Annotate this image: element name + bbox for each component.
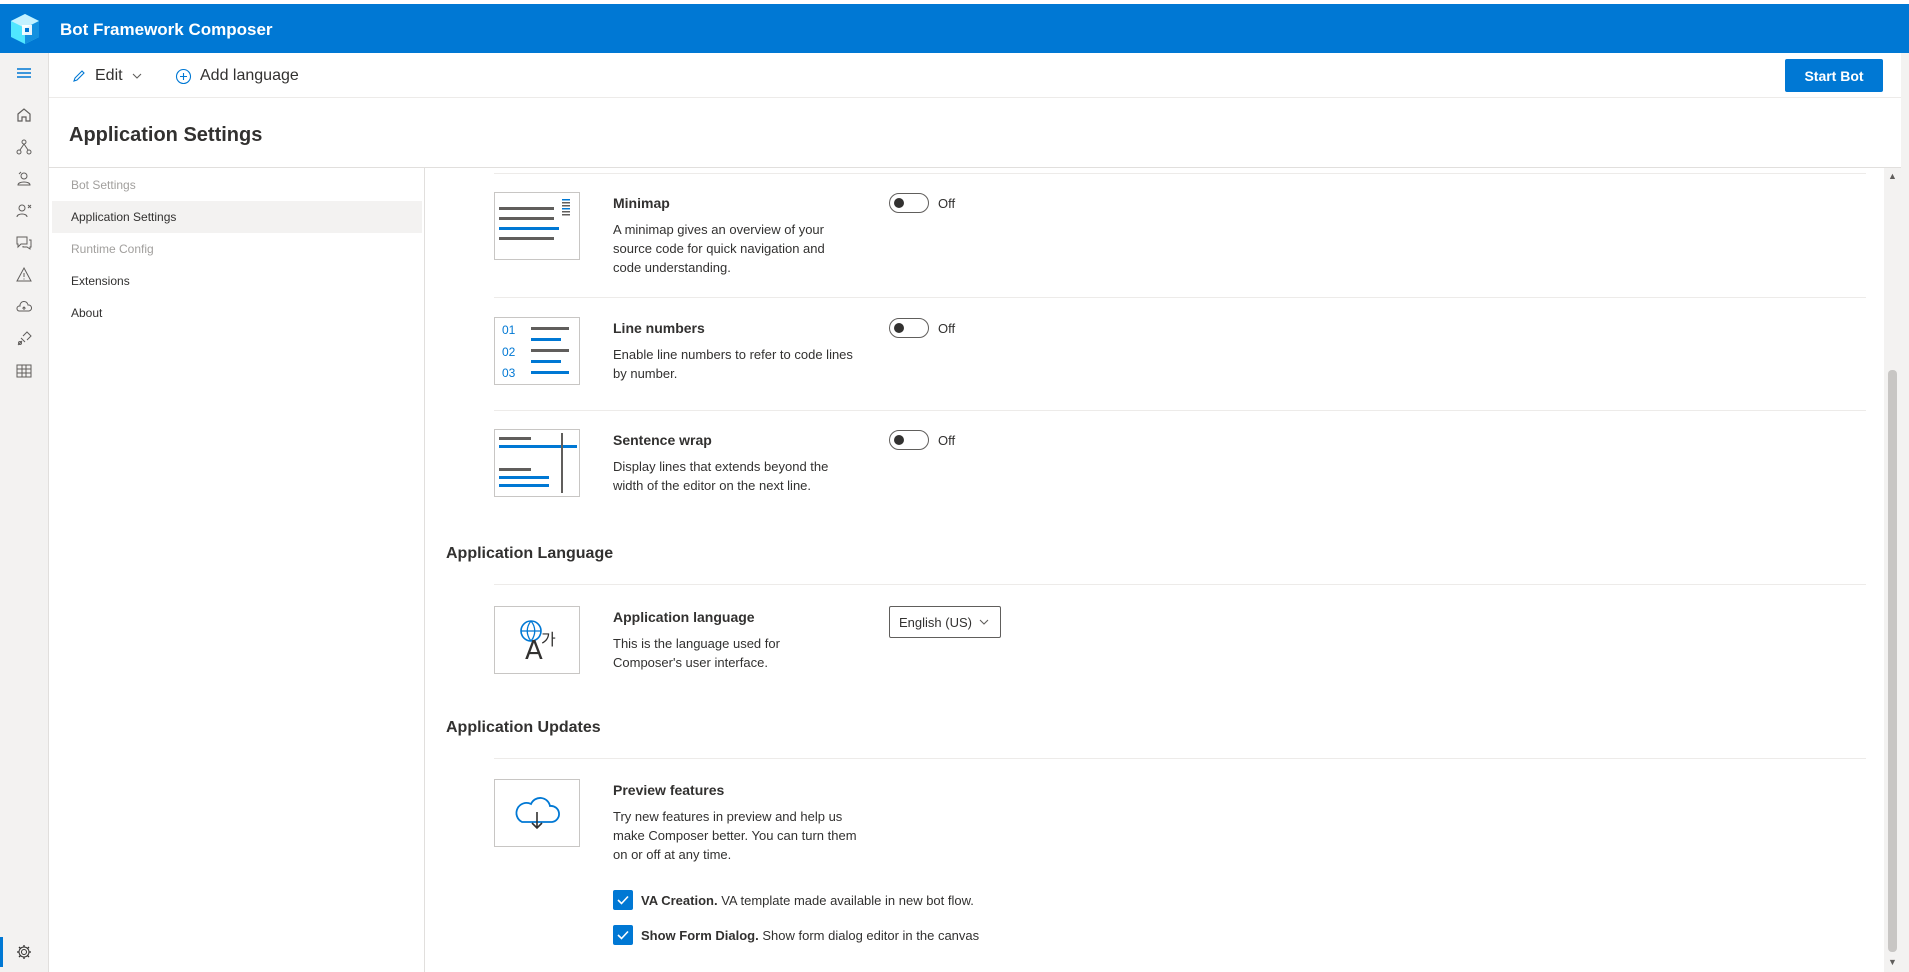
page-header: Application Settings	[49, 98, 1909, 168]
va-creation-name: VA Creation.	[641, 892, 718, 908]
settings-nav-application-settings[interactable]: Application Settings	[52, 201, 422, 233]
minimap-title: Minimap	[613, 195, 670, 211]
pencil-icon	[73, 70, 85, 82]
composer-logo-icon	[9, 12, 41, 46]
title-bar: Bot Framework Composer	[0, 4, 1909, 53]
user-input-icon[interactable]	[12, 199, 36, 223]
add-language-button[interactable]: Add language	[175, 64, 299, 88]
scroll-down-arrow-icon[interactable]: ▼	[1888, 958, 1897, 967]
add-language-label: Add language	[200, 67, 299, 84]
sentence-wrap-title: Sentence wrap	[613, 432, 712, 448]
language-dropdown[interactable]: English (US)	[889, 606, 1001, 638]
va-creation-description: VA template made available in new bot fl…	[721, 892, 974, 908]
language-dropdown-value: English (US)	[899, 614, 972, 630]
line-numbers-title: Line numbers	[613, 320, 705, 336]
page-scrollbar[interactable]	[1901, 53, 1909, 972]
page-title: Application Settings	[69, 124, 263, 146]
edit-menu-button[interactable]: Edit	[71, 64, 143, 88]
minimap-toggle-state: Off	[938, 195, 956, 211]
packages-icon[interactable]	[12, 327, 36, 351]
minimap-thumbnail-icon	[494, 192, 580, 260]
preview-features-description: Try new features in preview and help us …	[613, 809, 857, 862]
app-title: Bot Framework Composer	[60, 20, 273, 39]
publish-icon[interactable]	[12, 295, 36, 319]
chevron-down-icon	[979, 619, 989, 625]
application-language-title: Application language	[613, 609, 755, 625]
edit-label: Edit	[95, 67, 123, 84]
settings-nav-runtime-config[interactable]: Runtime Config	[52, 233, 422, 265]
application-language-setting: A 가 Application language This is the lan…	[494, 585, 1866, 705]
diagnostics-icon[interactable]	[12, 263, 36, 287]
left-nav-rail	[0, 53, 49, 972]
line-numbers-toggle[interactable]: Off	[889, 318, 955, 338]
skills-icon[interactable]	[12, 359, 36, 383]
svg-text:02: 02	[502, 345, 516, 359]
preview-cloud-thumbnail-icon	[494, 779, 580, 847]
bot-responses-icon[interactable]	[12, 167, 36, 191]
application-language-heading: Application Language	[446, 545, 614, 562]
command-bar: Edit Add language Start Bot	[49, 53, 1909, 98]
sentence-wrap-setting: Sentence wrap Display lines that extends…	[494, 411, 1866, 521]
settings-nav-extensions[interactable]: Extensions	[52, 265, 422, 297]
sentence-wrap-toggle[interactable]: Off	[889, 430, 955, 450]
settings-nav: Bot Settings Application Settings Runtim…	[49, 168, 425, 972]
content-scrollbar[interactable]: ▲ ▼	[1884, 168, 1901, 972]
menu-icon[interactable]	[12, 61, 36, 85]
preview-features-setting: Preview features Try new features in pre…	[494, 759, 1866, 972]
line-numbers-description: Enable line numbers to refer to code lin…	[613, 347, 853, 381]
line-numbers-setting: 01 02 03 Line numbers Enable line number…	[494, 298, 1866, 411]
settings-icon[interactable]	[12, 940, 36, 964]
scrollbar-thumb[interactable]	[1888, 370, 1897, 952]
sentence-wrap-toggle-state: Off	[938, 432, 956, 448]
start-bot-button[interactable]: Start Bot	[1785, 59, 1883, 92]
active-nav-indicator	[0, 937, 3, 967]
application-updates-heading: Application Updates	[446, 719, 601, 736]
minimap-description: A minimap gives an overview of your sour…	[613, 222, 825, 275]
va-creation-checkbox[interactable]: VA Creation. VA template made available …	[613, 890, 974, 910]
chevron-down-icon	[132, 73, 141, 79]
svg-text:가: 가	[541, 630, 556, 649]
minimap-setting: Minimap A minimap gives an overview of y…	[494, 168, 1866, 298]
settings-nav-bot-settings[interactable]: Bot Settings	[52, 169, 422, 201]
settings-nav-about[interactable]: About	[52, 297, 422, 329]
language-thumbnail-icon: A 가	[494, 606, 580, 674]
settings-content: Minimap A minimap gives an overview of y…	[426, 168, 1884, 972]
show-form-dialog-description: Show form dialog editor in the canvas	[762, 927, 980, 943]
sentence-wrap-thumbnail-icon	[494, 429, 580, 497]
design-icon[interactable]	[12, 135, 36, 159]
svg-text:03: 03	[502, 366, 516, 380]
sentence-wrap-description: Display lines that extends beyond the wi…	[613, 459, 829, 493]
show-form-dialog-name: Show Form Dialog.	[641, 927, 759, 943]
preview-features-title: Preview features	[613, 782, 725, 798]
svg-text:01: 01	[502, 323, 516, 337]
show-form-dialog-checkbox[interactable]: Show Form Dialog. Show form dialog edito…	[613, 925, 979, 945]
checkmark-icon	[613, 925, 633, 945]
checkmark-icon	[613, 890, 633, 910]
line-numbers-thumbnail-icon: 01 02 03	[494, 317, 580, 385]
home-icon[interactable]	[12, 103, 36, 127]
qna-icon[interactable]	[12, 231, 36, 255]
application-language-description: This is the language used for Composer's…	[613, 636, 780, 670]
scroll-up-arrow-icon[interactable]: ▲	[1888, 172, 1897, 181]
minimap-toggle[interactable]: Off	[889, 193, 955, 213]
line-numbers-toggle-state: Off	[938, 320, 956, 336]
add-circle-icon	[175, 68, 192, 84]
